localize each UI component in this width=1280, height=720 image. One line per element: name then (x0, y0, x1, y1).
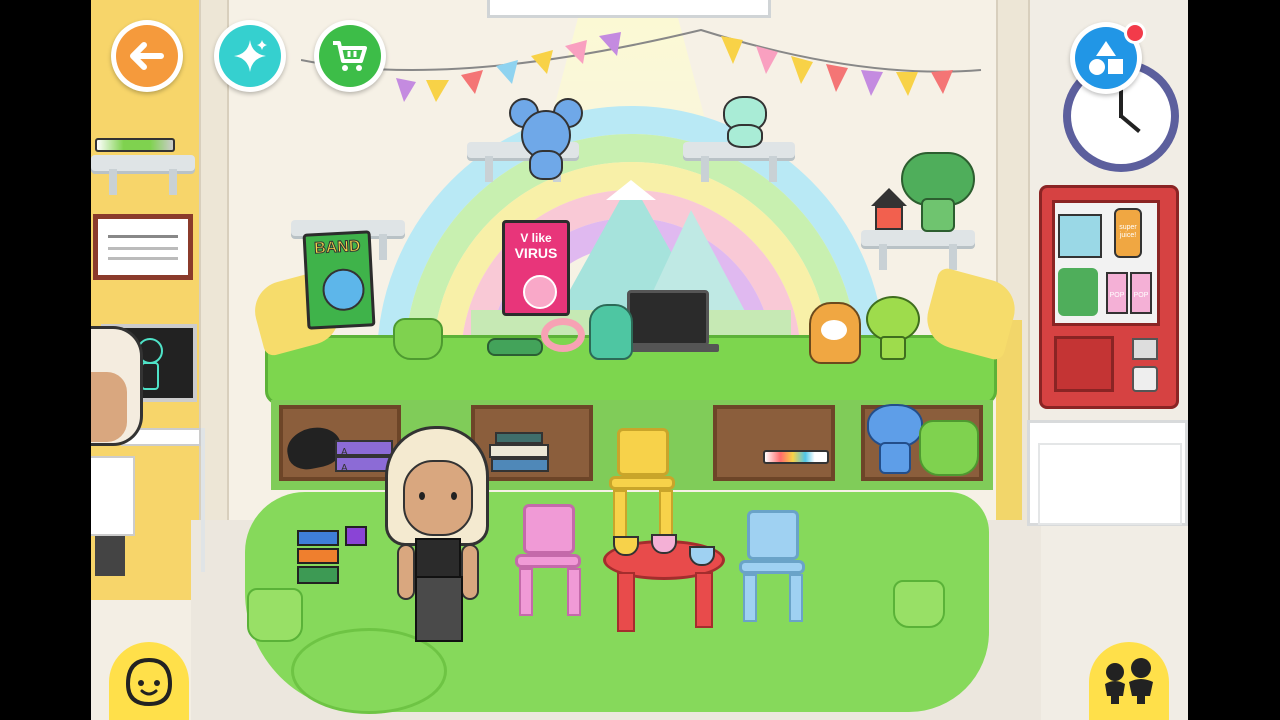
cat-plush-green[interactable] (589, 304, 633, 360)
virus-book-title-2: VIRUS (514, 245, 558, 261)
virus-book[interactable]: V like VIRUS (502, 220, 570, 316)
toy-blocks[interactable] (297, 526, 369, 584)
wall-shelf-doctor (91, 155, 195, 195)
syringe-prop[interactable] (95, 138, 175, 152)
pop-label-2: POP (1133, 292, 1149, 299)
shapes-icon (1089, 41, 1123, 75)
back-arrow-icon (130, 42, 164, 70)
grass-tuft-right (893, 580, 945, 628)
family-icon (1105, 658, 1153, 704)
yellow-chair[interactable] (609, 428, 675, 538)
shopping-cart-icon (333, 41, 367, 71)
back-button-face (116, 25, 178, 87)
laptop[interactable] (621, 290, 719, 356)
vending-slot[interactable] (1054, 336, 1114, 392)
grass-tuft-left (247, 588, 303, 642)
character-top (415, 538, 461, 578)
juice-bottle[interactable]: super juice! (1114, 208, 1142, 258)
wall-shelf-right (861, 230, 975, 270)
worm-toy[interactable] (541, 318, 585, 352)
stacked-books-cubby2[interactable] (489, 432, 551, 474)
magic-button-face (219, 25, 281, 87)
game-scene: BAND V like VIRUS A A super juice! POP P… (91, 0, 1188, 720)
mouse-plush[interactable] (509, 98, 583, 180)
cubby-3 (713, 405, 835, 481)
toy-book-label-2: A (341, 463, 348, 474)
pop-label-1: POP (1109, 292, 1125, 299)
vending-machine[interactable]: super juice! POP POP (1039, 185, 1179, 409)
sparkle-icon (234, 40, 267, 72)
create-button[interactable] (1070, 22, 1146, 94)
juice-label-1: super (1119, 224, 1137, 231)
character-face (403, 460, 473, 536)
grass-plush-small[interactable] (393, 318, 443, 360)
family-button[interactable] (1089, 642, 1169, 720)
dog-plush[interactable] (809, 302, 861, 364)
virus-book-title-1: V like (520, 231, 552, 245)
ceiling-lamp (487, 0, 771, 18)
pop-carton-1[interactable]: POP (1106, 272, 1128, 314)
syringe-toy[interactable] (763, 450, 829, 464)
doctor-character[interactable] (91, 326, 143, 576)
character-button[interactable] (109, 642, 189, 720)
vending-keypad[interactable] (1132, 338, 1158, 360)
blue-cat-plush[interactable] (867, 404, 923, 474)
magic-button[interactable] (214, 20, 286, 92)
pink-chair[interactable] (515, 504, 583, 616)
crocodile-toy[interactable] (487, 338, 543, 356)
alien-plush[interactable] (866, 282, 920, 360)
player-character[interactable] (385, 420, 495, 650)
broccoli-plush[interactable] (901, 152, 975, 232)
character-face-icon (125, 657, 173, 707)
certificate-frame (93, 214, 193, 280)
grass-plush-large[interactable] (919, 420, 979, 476)
coin-slot[interactable] (1132, 366, 1158, 392)
back-button[interactable] (111, 20, 183, 92)
character-pants (415, 576, 463, 642)
party-bunting (301, 28, 982, 102)
notification-dot (1124, 22, 1146, 44)
band-book[interactable]: BAND (302, 230, 376, 330)
band-book-title: BAND (313, 237, 361, 258)
blue-chair[interactable] (739, 510, 805, 622)
pop-carton-2[interactable]: POP (1130, 272, 1152, 314)
shop-button[interactable] (314, 20, 386, 92)
counter (1027, 420, 1188, 526)
shop-button-face (319, 25, 381, 87)
cat-plush-mint[interactable] (719, 96, 767, 148)
juice-label-2: juice! (1119, 232, 1137, 239)
